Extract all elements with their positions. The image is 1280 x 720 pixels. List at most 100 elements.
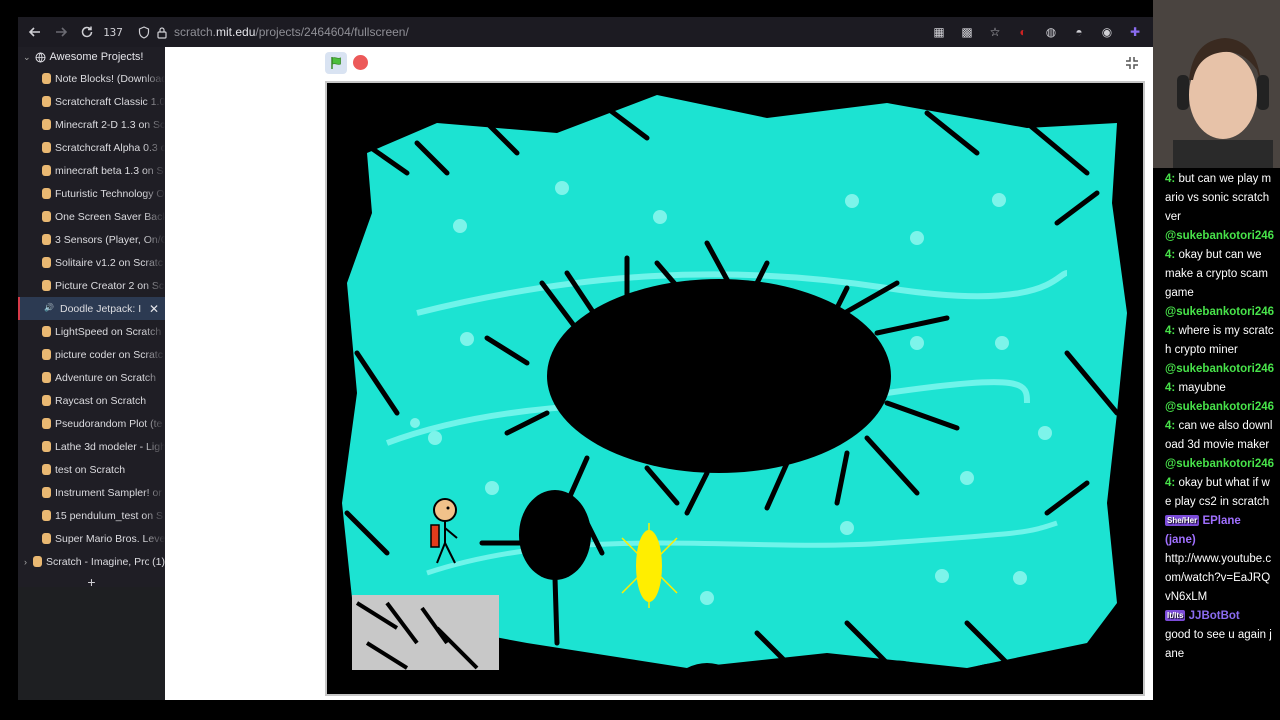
sidebar-tab[interactable]: Solitaire v1.2 on Scratc [18,251,165,274]
qr-code-icon[interactable]: ▩ [957,22,977,42]
chevron-right-icon: › [24,556,27,567]
chat-message: 4: but can we play mario vs sonic scratc… [1165,170,1274,227]
chat-message: She/Her EPlane (jane) http://www.youtube.… [1165,512,1274,607]
chat-prefix: 4: [1165,249,1176,261]
back-button[interactable] [22,19,48,45]
sidebar-tab-label: Scratchcraft Alpha 0.3 o [55,141,165,154]
sidebar-tab-label: 3 Sensors (Player, On/O [55,233,165,246]
tab-list: Note Blocks! (Download Scratchcraft Class… [18,67,165,550]
tab-sidebar: ⌄ Awesome Projects! Note Blocks! (Downlo… [18,47,165,587]
sidebar-tab-scratch[interactable]: › Scratch - Imagine, Proc (1) [18,550,165,573]
sidebar-tab[interactable]: Super Mario Bros. Leve [18,527,165,550]
chat-username: @sukebankotori246 [1165,303,1274,322]
sidebar-tab-label: Note Blocks! (Download [55,72,165,85]
chat-message: @sukebankotori246 4: mayubne [1165,360,1274,398]
sidebar-tab[interactable]: LightSpeed on Scratch [18,320,165,343]
sidebar-tab[interactable]: 15 pendulum_test on S [18,504,165,527]
scratch-favicon-icon [42,73,51,84]
sidebar-tab[interactable]: Picture Creator 2 on Sc [18,274,165,297]
sidebar-tab[interactable]: Minecraft 2-D 1.3 on Sc [18,113,165,136]
sidebar-tab[interactable]: Instrument Sampler! or [18,481,165,504]
stage-header [165,47,1153,77]
sidebar-tab[interactable]: Futuristic Technology O [18,182,165,205]
sidebar-tab[interactable]: minecraft beta 1.3 on S [18,159,165,182]
shield-icon [138,25,150,39]
chat-username: She/Her EPlane (jane) [1165,512,1274,550]
forward-arrow-icon [56,27,68,37]
chevron-down-icon: ⌄ [23,51,31,62]
new-tab-button[interactable]: + [18,573,165,587]
scratch-favicon-icon [42,188,51,199]
back-arrow-icon [28,27,40,37]
reload-button[interactable] [74,19,100,45]
chat-overlay: 4: but can we play mario vs sonic scratc… [1153,168,1280,720]
sidebar-tab[interactable]: Scratchcraft Classic 1.0 [18,90,165,113]
scratch-favicon-icon [42,372,51,383]
exit-fullscreen-button[interactable] [1121,52,1143,74]
chat-text: mayubne [1178,382,1226,394]
chat-prefix: 4: [1165,477,1176,489]
scratch-favicon-icon [42,395,51,406]
chat-text: okay but what if we play cs2 in scratch [1165,477,1270,508]
sidebar-tab[interactable]: test on Scratch [18,458,165,481]
chat-text: where is my scratch crypto miner [1165,325,1274,356]
tab-counter[interactable]: 137 [100,19,126,45]
bookmark-star-icon[interactable]: ☆ [985,22,1005,42]
chat-prefix: 4: [1165,420,1176,432]
chat-username-text: @sukebankotori246 [1165,230,1275,242]
sidebar-tab-label: test on Scratch [55,463,126,476]
game-stage[interactable] [325,81,1145,696]
stop-button[interactable] [353,55,368,70]
sidebar-tab[interactable]: Pseudorandom Plot (te [18,412,165,435]
tab-count-label: 137 [103,25,123,39]
reload-icon [81,26,93,38]
grid-extension-icon[interactable]: ▦ [929,22,949,42]
sidebar-tab[interactable]: 🔊 Doodle Jetpack: I ✕ [18,297,165,320]
tab-group-header[interactable]: ⌄ Awesome Projects! [18,47,165,67]
circle-extension-icon[interactable]: ◉ [1097,22,1117,42]
sidebar-tab-label: Doodle Jetpack: I [60,302,142,315]
chat-username: @sukebankotori246 [1165,455,1274,474]
scratch-favicon-icon [33,556,42,567]
sidebar-tab-label: Instrument Sampler! or [55,486,162,499]
page-content [165,47,1153,700]
scratch-favicon-icon [42,349,51,360]
sidebar-tab-label: Minecraft 2-D 1.3 on Sc [55,118,165,131]
extension-icon[interactable]: ◍ [1041,22,1061,42]
chat-text: http://www.youtube.com/watch?v=EaJRQvN6x… [1165,553,1272,603]
browser-window: 137 scratch.mit.edu/projects/2464604/ful… [18,17,1153,700]
scratch-favicon-icon [42,441,51,452]
game-scene [334,95,1143,694]
sidebar-tab[interactable]: Note Blocks! (Download [18,67,165,90]
scratch-favicon-icon [42,533,51,544]
sidebar-tab[interactable]: picture coder on Scratc [18,343,165,366]
sidebar-tab-label: Adventure on Scratch [55,371,156,384]
mask-extension-icon[interactable]: ◓ [1069,22,1089,42]
sidebar-tab-label: Raycast on Scratch [55,394,147,407]
chat-username: @sukebankotori246 [1165,227,1274,246]
sidebar-tab-label: 15 pendulum_test on S [55,509,163,522]
cave-floor-rocks [487,658,1143,694]
green-flag-button[interactable] [325,52,347,74]
scratch-favicon-icon [42,464,51,475]
streamer-face [1153,0,1280,168]
tab-count-badge: (1) [152,555,165,568]
url-bar[interactable]: scratch.mit.edu/projects/2464604/fullscr… [138,20,938,44]
scratch-favicon-icon [42,165,51,176]
sidebar-tab[interactable]: One Screen Saver Back [18,205,165,228]
sidebar-tab[interactable]: Lathe 3d modeler - Ligh [18,435,165,458]
forward-button[interactable] [48,19,74,45]
chat-text: okay but can we make a crypto scam game [1165,249,1268,299]
globe-icon [35,52,46,62]
puzzle-extension-icon[interactable]: ✚ [1125,22,1145,42]
red-extension-icon[interactable]: ◐ [1013,22,1033,42]
chat-message: @sukebankotori246 4: okay but can we make… [1165,227,1274,303]
sidebar-tab[interactable]: 3 Sensors (Player, On/O [18,228,165,251]
close-tab-icon[interactable]: ✕ [149,302,159,316]
sidebar-tab[interactable]: Adventure on Scratch [18,366,165,389]
lock-icon [157,26,167,39]
sidebar-tab[interactable]: Scratchcraft Alpha 0.3 o [18,136,165,159]
green-flag-icon [331,57,341,69]
sidebar-tab[interactable]: Raycast on Scratch [18,389,165,412]
browser-toolbar: 137 scratch.mit.edu/projects/2464604/ful… [18,17,1153,47]
